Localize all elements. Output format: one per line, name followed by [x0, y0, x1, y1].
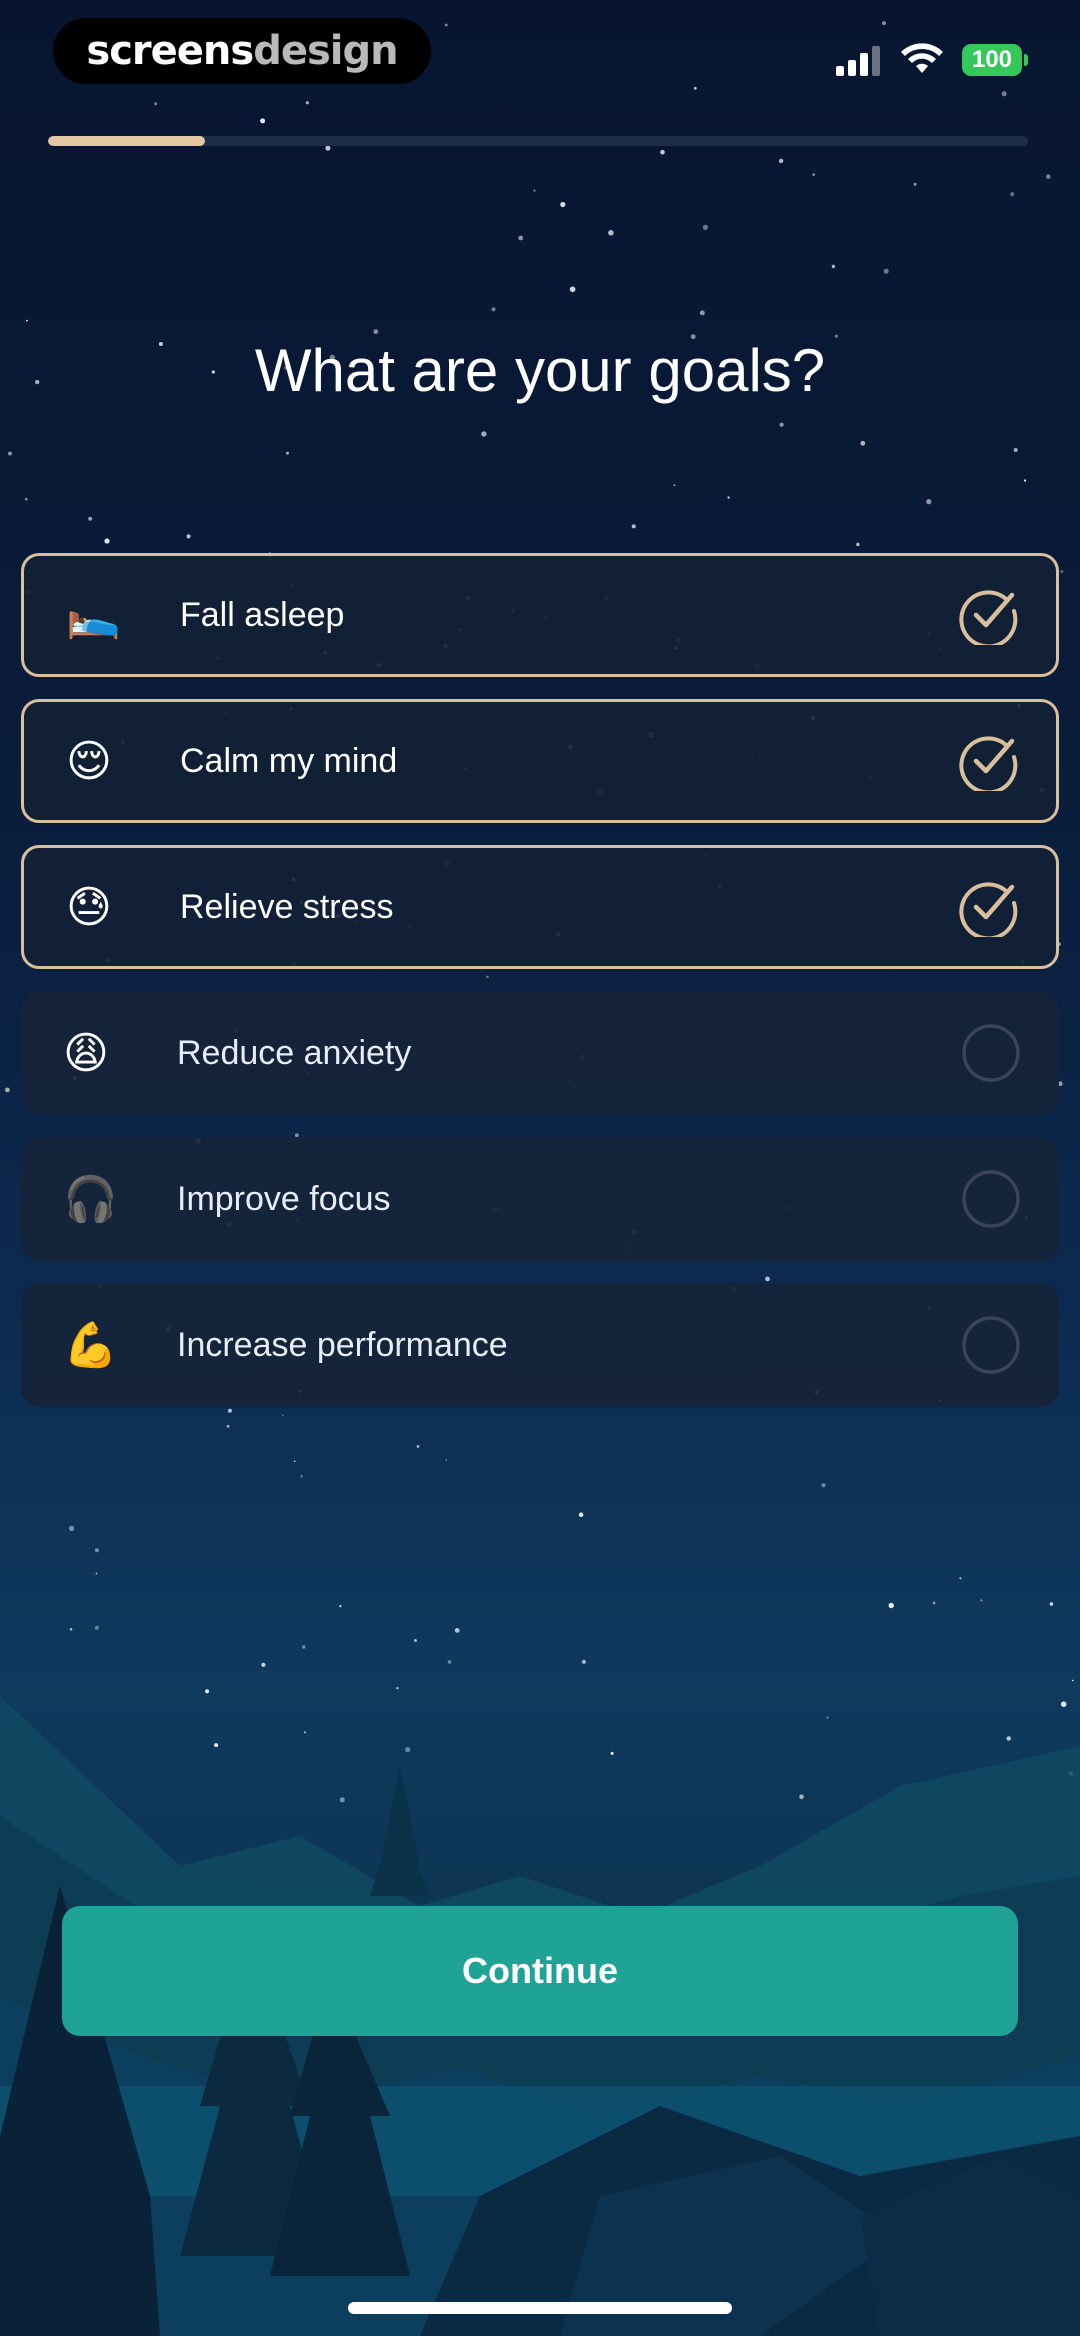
goal-option-label: Fall asleep [180, 595, 345, 634]
progress-fill [48, 136, 205, 146]
goal-option[interactable]: 💪 Increase performance [21, 1283, 1059, 1407]
battery-level: 100 [971, 46, 1013, 73]
goal-emoji-icon: 😌 [66, 736, 112, 786]
checkmark-circle-icon[interactable] [958, 731, 1018, 791]
goal-emoji-icon: 💪 [63, 1321, 118, 1370]
onboarding-progress-bar [48, 136, 1028, 146]
wifi-icon [901, 43, 943, 73]
continue-button[interactable]: Continue [62, 1906, 1018, 2036]
home-indicator [348, 2302, 732, 2314]
page-title: What are your goals? [254, 337, 826, 404]
goal-option[interactable]: 🛌 Fall asleep [21, 553, 1059, 677]
brand-logo: screens design [53, 18, 431, 84]
checkmark-circle-icon[interactable] [958, 585, 1018, 645]
goal-emoji-icon: 😓 [66, 882, 112, 932]
checkmark-circle-icon[interactable] [958, 877, 1018, 937]
goal-emoji-icon: 😩 [63, 1028, 109, 1078]
goal-emoji-icon: 🎧 [63, 1175, 118, 1224]
goal-options-list: 🛌 Fall asleep 😌 Calm my mind 😓 Relieve stress… [21, 553, 1059, 1429]
cellular-signal-icon [836, 46, 880, 76]
empty-circle-icon[interactable] [961, 1315, 1021, 1375]
empty-circle-icon[interactable] [961, 1023, 1021, 1083]
goal-option-label: Increase performance [177, 1325, 508, 1364]
battery-indicator: 100 [962, 44, 1028, 76]
goal-option[interactable]: 🎧 Improve focus [21, 1137, 1059, 1261]
status-bar-right: 100 [834, 36, 1028, 84]
empty-circle-icon[interactable] [961, 1169, 1021, 1229]
goal-option[interactable]: 😩 Reduce anxiety [21, 991, 1059, 1115]
goal-option-label: Relieve stress [180, 887, 394, 926]
goal-option-label: Calm my mind [180, 741, 398, 780]
goal-option-label: Reduce anxiety [177, 1033, 412, 1072]
brand-logo-part2: design [253, 28, 398, 74]
goal-option[interactable]: 😓 Relieve stress [21, 845, 1059, 969]
goal-option[interactable]: 😌 Calm my mind [21, 699, 1059, 823]
goal-emoji-icon: 🛌 [66, 591, 121, 640]
brand-logo-part1: screens [86, 28, 254, 74]
goal-option-label: Improve focus [177, 1179, 391, 1218]
